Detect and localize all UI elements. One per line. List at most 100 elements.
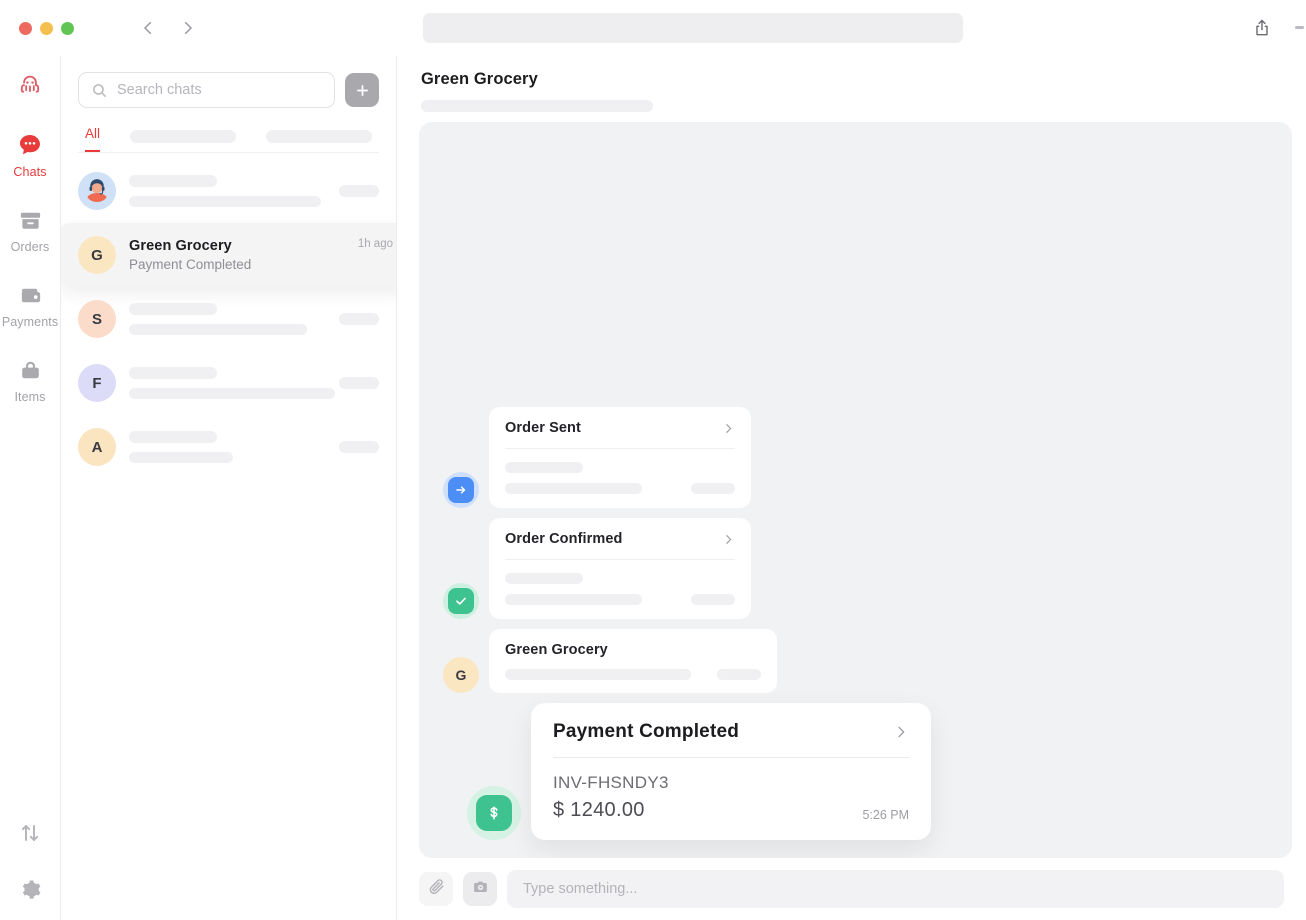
page-title: Green Grocery [421, 70, 1282, 89]
card-header: Order Sent [505, 420, 735, 436]
chat-list-panel: Search chats All [61, 56, 397, 920]
list-item-green-grocery[interactable]: G Green Grocery Payment Completed 1h ago [61, 223, 396, 287]
invoice-number: INV-FHSNDY3 [553, 773, 909, 793]
message-order-sent[interactable]: Order Sent [443, 407, 1268, 508]
bag-icon [15, 355, 45, 385]
card-row-placeholder [505, 669, 761, 680]
avatar-initial: F [92, 375, 101, 392]
title-placeholder [129, 175, 217, 187]
close-window-button[interactable] [19, 22, 32, 35]
status-badge [467, 786, 521, 840]
list-item[interactable] [61, 159, 396, 223]
message-card[interactable]: Order Confirmed [489, 518, 751, 619]
list-item[interactable]: S [61, 287, 396, 351]
search-row: Search chats [61, 56, 396, 108]
avatar: G [78, 236, 116, 274]
avatar-initial: G [456, 667, 467, 683]
card-value-placeholder [691, 483, 735, 494]
list-item[interactable]: A [61, 415, 396, 479]
card-value-placeholder [691, 594, 735, 605]
avatar-initial: A [92, 439, 103, 456]
navigation-arrows [138, 18, 198, 38]
back-icon[interactable] [138, 18, 158, 38]
window-controls [19, 22, 74, 35]
card-divider [553, 757, 909, 758]
transfer-arrows-icon[interactable] [15, 818, 45, 848]
window-edge-affordance [1295, 26, 1304, 29]
card-title: Green Grocery [505, 642, 761, 658]
list-item[interactable]: F [61, 351, 396, 415]
maximize-window-button[interactable] [61, 22, 74, 35]
payment-card[interactable]: Payment Completed INV-FHSNDY3 $ 1240.00 … [531, 703, 931, 840]
wallet-icon [15, 280, 45, 310]
card-title: Order Sent [505, 420, 581, 436]
message-timestamp: 5:26 PM [862, 808, 909, 822]
title-placeholder [129, 431, 217, 443]
list-item-content [129, 431, 326, 463]
card-header: Order Confirmed [505, 531, 735, 547]
message-card[interactable]: Order Sent [489, 407, 751, 508]
sidebar-item-label: Items [14, 390, 45, 404]
card-line-placeholder [505, 669, 691, 680]
chevron-right-icon[interactable] [722, 422, 735, 435]
message-order-confirmed[interactable]: Order Confirmed [443, 518, 1268, 619]
message-input[interactable]: Type something... [507, 870, 1284, 908]
minimize-window-button[interactable] [40, 22, 53, 35]
message-stream: Order Sent [419, 122, 1292, 858]
tab-placeholder[interactable] [266, 130, 372, 143]
card-value-placeholder [717, 669, 761, 680]
card-title: Order Confirmed [505, 531, 623, 547]
card-line-placeholder [505, 594, 642, 605]
avatar [78, 172, 116, 210]
conversation-header: Green Grocery [397, 56, 1306, 122]
list-item-content [129, 367, 326, 399]
dollar-icon [476, 795, 512, 831]
nav-rail-bottom [15, 818, 45, 904]
share-icon[interactable] [1248, 14, 1276, 42]
avatar-initial: S [92, 311, 102, 328]
sidebar-item-chats[interactable]: Chats [2, 130, 58, 179]
message-composer: Type something... [397, 858, 1306, 920]
attach-media-button[interactable] [463, 872, 497, 906]
subtitle-placeholder [129, 196, 321, 207]
card-divider [505, 559, 735, 560]
list-item-content [129, 175, 326, 207]
subtitle-placeholder [129, 452, 233, 463]
avatar: F [78, 364, 116, 402]
message-payment-completed[interactable]: Payment Completed INV-FHSNDY3 $ 1240.00 … [467, 703, 1268, 840]
status-badge [443, 472, 479, 508]
sidebar-item-payments[interactable]: Payments [2, 280, 58, 329]
sidebar-item-items[interactable]: Items [2, 355, 58, 404]
chat-name: Green Grocery [129, 238, 345, 254]
card-header: Payment Completed [553, 721, 909, 743]
gear-icon[interactable] [15, 874, 45, 904]
search-placeholder: Search chats [117, 82, 202, 98]
app-body: Chats Orders [0, 56, 1306, 920]
tab-all[interactable]: All [85, 126, 100, 152]
forward-icon[interactable] [178, 18, 198, 38]
title-placeholder [129, 367, 217, 379]
new-chat-button[interactable] [345, 73, 379, 107]
list-item-content [129, 303, 326, 335]
attach-file-button[interactable] [419, 872, 453, 906]
time-placeholder [339, 185, 379, 197]
title-bar [0, 0, 1306, 56]
tab-placeholder[interactable] [130, 130, 236, 143]
chevron-right-icon[interactable] [893, 724, 909, 740]
sidebar-item-label: Orders [11, 240, 50, 254]
address-bar[interactable] [423, 13, 963, 43]
status-badge [443, 583, 479, 619]
title-placeholder [129, 303, 217, 315]
chevron-right-icon[interactable] [722, 533, 735, 546]
message-card[interactable]: Green Grocery [489, 629, 777, 693]
message-list: Order Sent [443, 407, 1268, 840]
time-placeholder [339, 313, 379, 325]
sidebar-item-label: Chats [13, 165, 46, 179]
chat-timestamp: 1h ago [358, 238, 393, 250]
sidebar-item-orders[interactable]: Orders [2, 205, 58, 254]
chat-preview: Payment Completed [129, 257, 345, 272]
arrow-right-circle-icon [448, 477, 474, 503]
search-input[interactable]: Search chats [78, 72, 335, 108]
message-green-grocery[interactable]: G Green Grocery [443, 629, 1268, 693]
nav-rail: Chats Orders [0, 56, 61, 920]
